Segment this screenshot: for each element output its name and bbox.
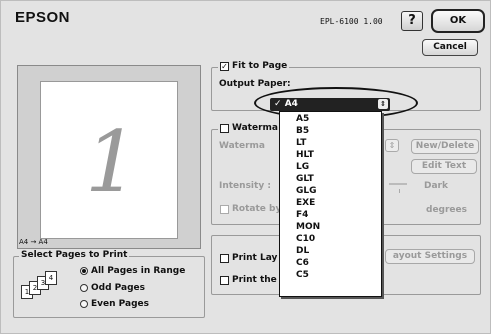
edit-text-button[interactable]: Edit Text <box>411 159 477 174</box>
output-paper-label: Output Paper: <box>219 79 291 89</box>
brand-logo: EPSON <box>15 9 71 26</box>
page-setup-dialog: EPSON EPL-6100 1.00 ? OK Cancel 1 A4 → A… <box>0 0 491 334</box>
menu-item-c5[interactable]: C5 <box>296 270 309 281</box>
print-the-checkbox[interactable] <box>220 275 229 285</box>
fit-to-page-checkbox[interactable]: ✓ <box>220 61 229 71</box>
menu-item-c10[interactable]: C10 <box>296 234 315 245</box>
watermark-select-arrows-icon[interactable]: ⇕ <box>385 139 399 152</box>
pages-icon: 1 2 3 4 <box>21 271 59 301</box>
menu-item-f4[interactable]: F4 <box>296 210 308 221</box>
layout-settings-button[interactable]: ayout Settings <box>385 249 475 264</box>
watermark-checkbox-label: Waterma <box>232 123 278 133</box>
print-layout-label: Print Lay <box>232 253 278 263</box>
menu-item-lg[interactable]: LG <box>296 162 309 173</box>
preview-page-number: 1 <box>85 113 139 211</box>
watermark-checkbox[interactable] <box>220 123 229 133</box>
intensity-slider[interactable] <box>389 183 407 185</box>
menu-item-a5[interactable]: A5 <box>296 114 309 125</box>
menu-item-dl[interactable]: DL <box>296 246 309 257</box>
output-paper-menu: A5 B5 LT HLT LG GLT GLG EXE F4 MON C10 D… <box>279 111 382 297</box>
menu-item-c6[interactable]: C6 <box>296 258 309 269</box>
print-layout-checkbox[interactable] <box>220 253 229 263</box>
menu-item-hlt[interactable]: HLT <box>296 150 314 161</box>
watermark-field-label: Waterma <box>219 141 265 151</box>
model-version: EPL-6100 1.00 <box>320 17 383 26</box>
rotate-label: Rotate by <box>232 204 282 214</box>
radio-odd-pages[interactable]: Odd Pages <box>80 283 145 293</box>
menu-item-exe[interactable]: EXE <box>296 198 315 209</box>
select-pages-legend: Select Pages to Print <box>19 250 130 260</box>
degrees-label: degrees <box>426 205 467 215</box>
cancel-button[interactable]: Cancel <box>422 39 478 56</box>
watermark-checkbox-row[interactable]: Waterma <box>218 123 280 133</box>
radio-even-pages[interactable]: Even Pages <box>80 299 149 309</box>
fit-to-page-label: Fit to Page <box>232 61 288 71</box>
dark-label: Dark <box>424 181 448 191</box>
menu-item-glt[interactable]: GLT <box>296 174 314 185</box>
radio-even-pages-indicator[interactable] <box>80 300 88 308</box>
selected-check-icon: ✓ <box>274 99 285 109</box>
menu-item-lt[interactable]: LT <box>296 138 306 149</box>
print-the-label: Print the <box>232 275 277 285</box>
new-delete-button[interactable]: New/Delete <box>411 139 479 154</box>
print-layout-row[interactable]: Print Lay <box>220 253 277 263</box>
radio-odd-pages-indicator[interactable] <box>80 284 88 292</box>
ok-button[interactable]: OK <box>431 9 485 33</box>
radio-all-pages[interactable]: All Pages in Range <box>80 266 185 276</box>
menu-item-glg[interactable]: GLG <box>296 186 317 197</box>
page-icon-4: 4 <box>45 271 57 285</box>
menu-item-b5[interactable]: B5 <box>296 126 309 137</box>
menu-item-mon[interactable]: MON <box>296 222 320 233</box>
fit-to-page-checkbox-row[interactable]: ✓ Fit to Page <box>218 61 290 71</box>
radio-all-pages-label: All Pages in Range <box>91 266 186 276</box>
radio-even-pages-label: Even Pages <box>91 299 149 309</box>
rotate-checkbox[interactable] <box>220 204 229 214</box>
help-button[interactable]: ? <box>401 11 423 31</box>
radio-all-pages-indicator[interactable] <box>80 267 88 275</box>
paper-conversion-label: A4 → A4 <box>19 238 48 246</box>
output-paper-selected-value: A4 <box>284 99 298 109</box>
rotate-row[interactable]: Rotate by <box>220 204 281 214</box>
intensity-slider-tick <box>399 189 400 193</box>
radio-odd-pages-label: Odd Pages <box>91 283 145 293</box>
output-paper-select[interactable]: ✓ A4 ⇕ <box>270 98 390 111</box>
print-the-row[interactable]: Print the <box>220 275 277 285</box>
intensity-label: Intensity : <box>219 181 271 191</box>
popup-arrows-icon: ⇕ <box>378 99 388 109</box>
